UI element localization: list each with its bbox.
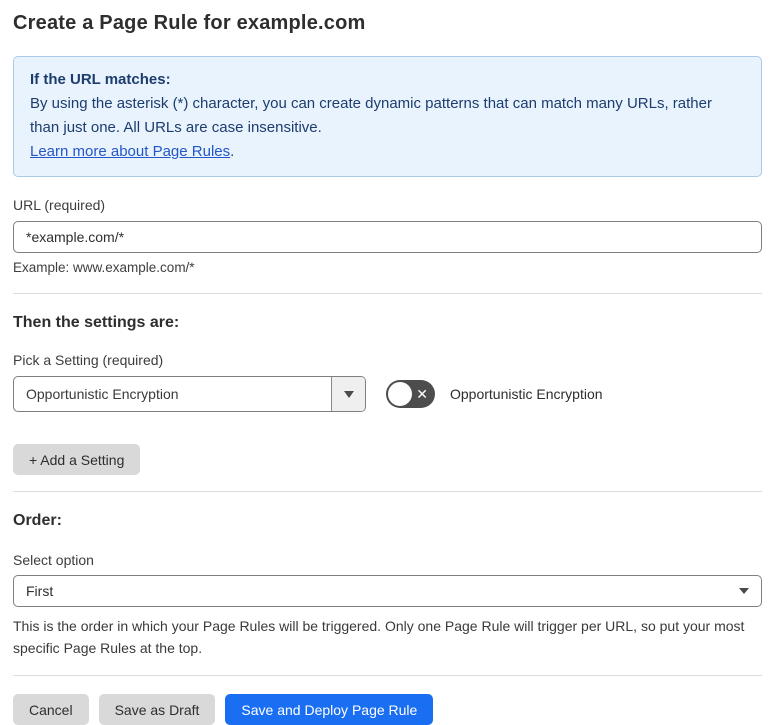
caret-down-icon — [739, 588, 749, 594]
info-box-body: By using the asterisk (*) character, you… — [30, 95, 712, 136]
caret-down-icon — [343, 390, 354, 398]
pick-setting-label: Pick a Setting (required) — [13, 352, 164, 368]
toggle-knob — [388, 382, 412, 406]
url-example-helper: Example: www.example.com/* — [13, 260, 195, 275]
add-setting-button[interactable]: + Add a Setting — [13, 444, 141, 475]
url-match-info-box: If the URL matches: By using the asteris… — [13, 56, 762, 177]
opportunistic-encryption-toggle[interactable]: ✕ — [386, 380, 435, 408]
save-draft-button[interactable]: Save as Draft — [98, 694, 216, 725]
divider — [13, 675, 762, 676]
settings-section-heading: Then the settings are: — [13, 314, 180, 331]
setting-dropdown[interactable]: Opportunistic Encryption — [13, 376, 366, 412]
dropdown-arrow-button[interactable] — [331, 377, 365, 411]
link-period: . — [230, 143, 235, 160]
info-box-heading: If the URL matches: — [30, 71, 171, 88]
url-field-label: URL (required) — [13, 197, 106, 213]
setting-dropdown-value: Opportunistic Encryption — [26, 386, 179, 402]
footer-actions: Cancel Save as Draft Save and Deploy Pag… — [13, 694, 762, 725]
info-box-link-line: Learn more about Page Rules. — [30, 140, 745, 164]
order-helper-text: This is the order in which your Page Rul… — [13, 618, 745, 656]
divider — [13, 293, 762, 294]
order-section-heading: Order: — [13, 512, 62, 529]
order-select[interactable]: First — [13, 575, 762, 607]
page-title: Create a Page Rule for example.com — [13, 12, 366, 34]
setting-row: Opportunistic Encryption ✕ Opportunistic… — [13, 376, 762, 412]
url-input[interactable] — [13, 221, 762, 253]
learn-more-link[interactable]: Learn more about Page Rules — [30, 143, 230, 160]
divider — [13, 491, 762, 492]
cancel-button[interactable]: Cancel — [13, 694, 89, 725]
select-option-label: Select option — [13, 552, 94, 568]
order-select-value: First — [26, 583, 54, 599]
page-rule-form: Create a Page Rule for example.com If th… — [0, 0, 775, 725]
save-deploy-button[interactable]: Save and Deploy Page Rule — [225, 694, 434, 725]
x-icon: ✕ — [416, 386, 428, 402]
toggle-label: Opportunistic Encryption — [450, 386, 603, 402]
